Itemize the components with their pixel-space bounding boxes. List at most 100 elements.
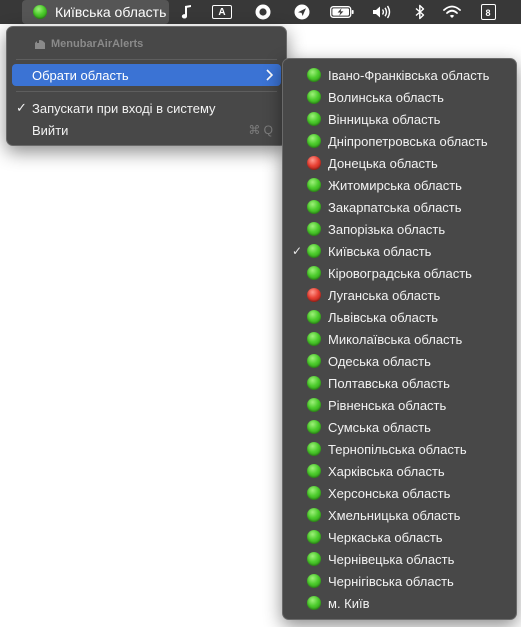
region-menu-item[interactable]: Харківська область	[288, 460, 511, 482]
region-name: Херсонська область	[328, 485, 451, 501]
region-menu-item[interactable]: Черкаська область	[288, 526, 511, 548]
no-alert-dot-icon	[307, 486, 321, 500]
region-menu-item[interactable]: ✓ Київська область	[288, 240, 511, 262]
region-name: Сумська область	[328, 419, 431, 435]
battery-charging-icon[interactable]	[330, 4, 354, 20]
chevron-right-icon	[266, 69, 273, 81]
region-name: Луганська область	[328, 287, 441, 303]
quit-label: Вийти	[32, 122, 69, 138]
region-menu-item[interactable]: Луганська область	[288, 284, 511, 306]
region-menu-item[interactable]: Запорізька область	[288, 218, 511, 240]
quit-menu-item[interactable]: Вийти ⌘ Q	[12, 119, 281, 141]
region-menu-item[interactable]: Чернігівська область	[288, 570, 511, 592]
no-alert-dot-icon	[307, 244, 321, 258]
launch-at-login-label: Запускати при вході в систему	[32, 100, 216, 116]
select-region-label: Обрати область	[32, 67, 129, 83]
checkmark-icon: ✓	[16, 100, 27, 115]
region-name: Дніпропетровська область	[328, 133, 488, 149]
checkmark-icon: ✓	[292, 244, 303, 258]
launch-at-login-menu-item[interactable]: ✓ Запускати при вході в систему	[12, 97, 281, 119]
region-menu-item[interactable]: Кіровоградська область	[288, 262, 511, 284]
no-alert-dot-icon	[307, 266, 321, 280]
no-alert-dot-icon	[307, 222, 321, 236]
no-alert-dot-icon	[307, 552, 321, 566]
region-name: Київська область	[328, 243, 432, 259]
region-menu-item[interactable]: Херсонська область	[288, 482, 511, 504]
region-name: Чернігівська область	[328, 573, 454, 589]
no-alert-dot-icon	[307, 596, 321, 610]
region-menu-item[interactable]: Львівська область	[288, 306, 511, 328]
air-alerts-status-item[interactable]: Київська область	[22, 0, 169, 24]
no-alert-dot-icon	[307, 508, 321, 522]
region-name: Харківська область	[328, 463, 445, 479]
region-name: Вінницька область	[328, 111, 441, 127]
alert-active-dot-icon	[307, 288, 321, 302]
region-name: Полтавська область	[328, 375, 450, 391]
region-menu-item[interactable]: Закарпатська область	[288, 196, 511, 218]
region-name: Донецька область	[328, 155, 438, 171]
region-name: Тернопільська область	[328, 441, 467, 457]
alert-active-dot-icon	[307, 156, 321, 170]
no-alert-dot-icon	[307, 332, 321, 346]
region-menu-item[interactable]: Полтавська область	[288, 372, 511, 394]
region-name: Чернівецька область	[328, 551, 455, 567]
region-name: Миколаївська область	[328, 331, 463, 347]
region-name: Волинська область	[328, 89, 444, 105]
volume-icon[interactable]	[372, 4, 392, 20]
no-alert-dot-icon	[307, 134, 321, 148]
region-menu-item[interactable]: Миколаївська область	[288, 328, 511, 350]
region-menu-item[interactable]: Одеська область	[288, 350, 511, 372]
input-source-icon[interactable]: A	[211, 4, 233, 20]
region-menu-item[interactable]: Чернівецька область	[288, 548, 511, 570]
region-name: м. Київ	[328, 595, 370, 611]
select-region-menu-item[interactable]: Обрати область	[12, 64, 281, 86]
regions-submenu: Івано-Франківська область Волинська облас…	[282, 58, 517, 620]
record-icon[interactable]	[255, 4, 271, 20]
input-source-label: A	[212, 5, 232, 19]
no-alert-dot-icon	[307, 464, 321, 478]
region-menu-item[interactable]: Рівненська область	[288, 394, 511, 416]
calendar-day: 8	[480, 4, 496, 20]
region-menu-item[interactable]: Волинська область	[288, 86, 511, 108]
no-alert-dot-icon	[307, 200, 321, 214]
region-menu-item[interactable]: Хмельницька область	[288, 504, 511, 526]
region-menu-item[interactable]: Вінницька область	[288, 108, 511, 130]
region-name: Кіровоградська область	[328, 265, 472, 281]
menu-divider	[16, 91, 277, 92]
region-menu-item[interactable]: Житомирська область	[288, 174, 511, 196]
app-name: MenubarAirAlerts	[51, 38, 144, 50]
selected-region-title: Київська область	[55, 4, 167, 20]
calendar-icon[interactable]: 8	[480, 4, 496, 20]
region-menu-item[interactable]: м. Київ	[288, 592, 511, 614]
region-menu-item[interactable]: Тернопільська область	[288, 438, 511, 460]
region-name: Закарпатська область	[328, 199, 462, 215]
menu-bar: Київська область A 8	[0, 0, 521, 24]
region-name: Львівська область	[328, 309, 439, 325]
quit-shortcut: ⌘ Q	[248, 123, 273, 137]
region-name: Житомирська область	[328, 177, 462, 193]
region-name: Черкаська область	[328, 529, 443, 545]
no-alert-dot-icon	[307, 178, 321, 192]
wifi-icon[interactable]	[443, 4, 461, 20]
menu-divider	[16, 59, 277, 60]
region-name: Одеська область	[328, 353, 431, 369]
siren-icon	[35, 40, 45, 49]
region-menu-item[interactable]: Сумська область	[288, 416, 511, 438]
location-arrow-icon[interactable]	[294, 4, 310, 20]
bluetooth-icon[interactable]	[412, 4, 428, 20]
no-alert-dot-icon	[307, 112, 321, 126]
region-name: Запорізька область	[328, 221, 446, 237]
region-name: Хмельницька область	[328, 507, 461, 523]
app-menu: MenubarAirAlerts Обрати область ✓ Запуск…	[6, 26, 287, 146]
no-alert-dot-icon	[307, 442, 321, 456]
no-alert-dot-icon	[307, 68, 321, 82]
music-note-icon[interactable]	[178, 4, 194, 20]
menu-header: MenubarAirAlerts	[33, 36, 143, 52]
no-alert-dot-icon	[307, 420, 321, 434]
region-name: Рівненська область	[328, 397, 447, 413]
region-menu-item[interactable]: Івано-Франківська область	[288, 64, 511, 86]
no-alert-dot-icon	[307, 90, 321, 104]
no-alert-dot-icon	[307, 376, 321, 390]
region-menu-item[interactable]: Дніпропетровська область	[288, 130, 511, 152]
region-menu-item[interactable]: Донецька область	[288, 152, 511, 174]
